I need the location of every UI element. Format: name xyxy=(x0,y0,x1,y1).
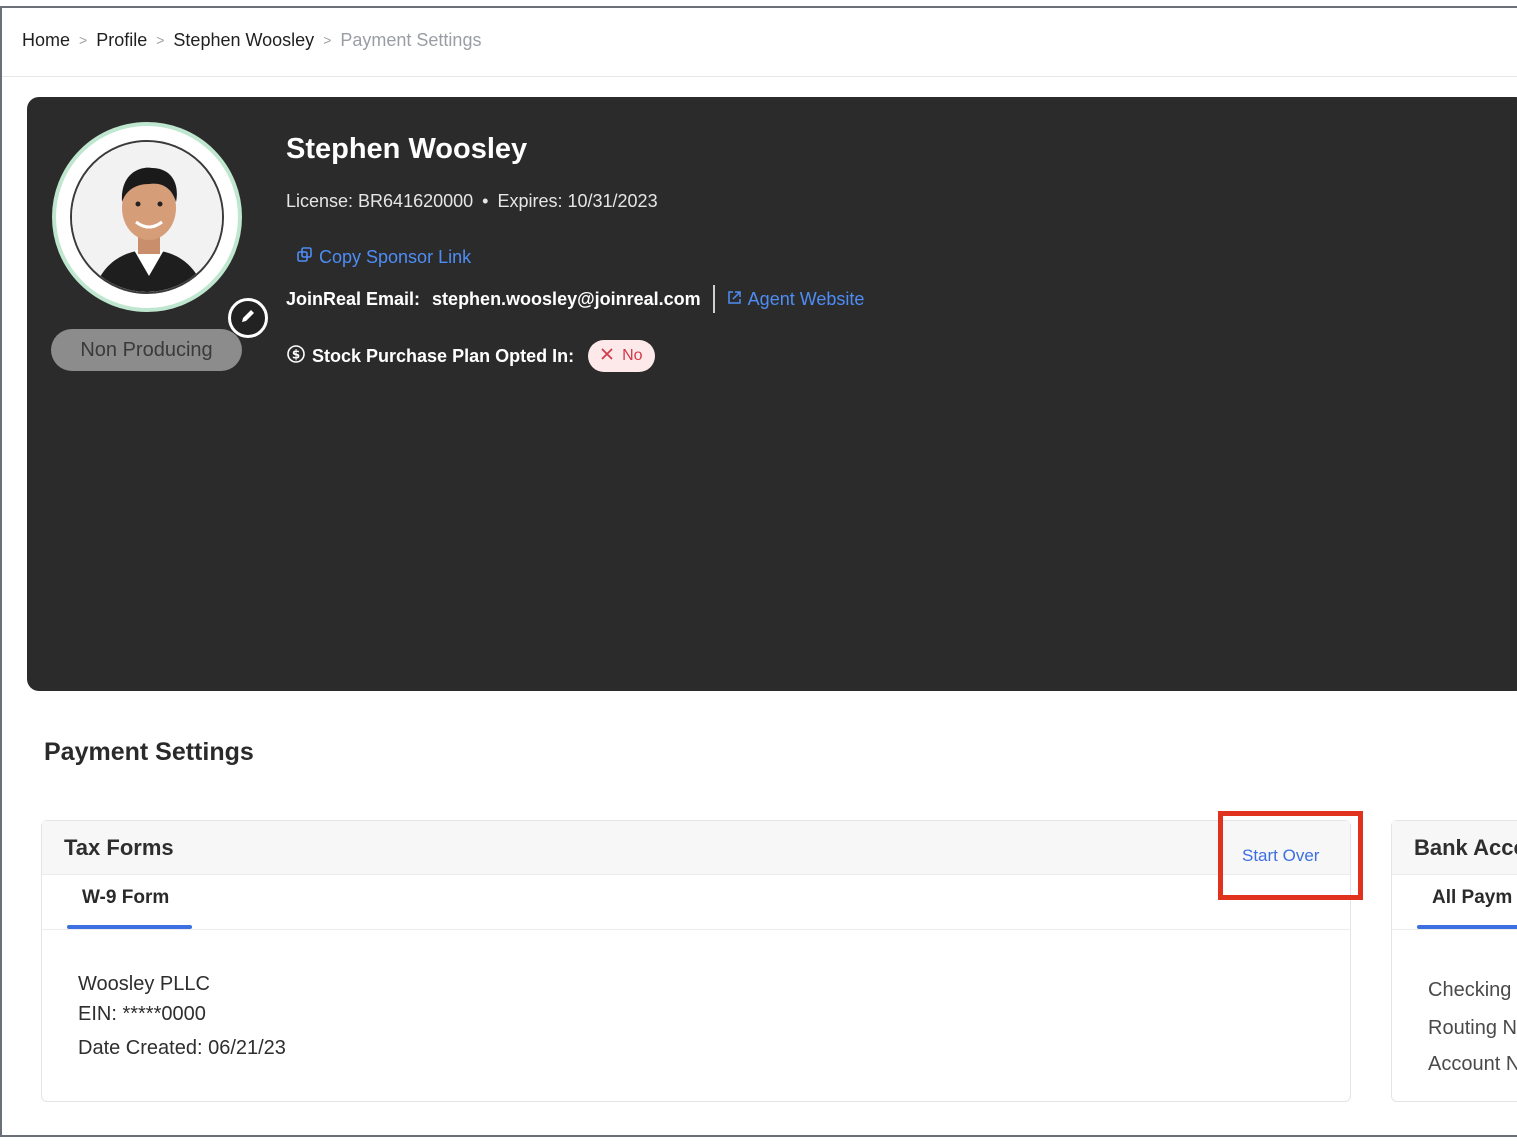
bank-accounts-card: Bank Acco All Paym Checking Routing N Ac… xyxy=(1391,820,1517,1102)
svg-text:$: $ xyxy=(292,347,300,361)
breadcrumb-profile[interactable]: Profile xyxy=(96,30,147,51)
tax-forms-card: Tax Forms W-9 Form Woosley PLLC EIN: ***… xyxy=(41,820,1351,1102)
header-divider xyxy=(2,76,1517,77)
stock-plan-value: No xyxy=(622,347,643,364)
account-type: Checking xyxy=(1428,979,1512,1001)
bank-accounts-title: Bank Acco xyxy=(1392,821,1517,875)
breadcrumb-home[interactable]: Home xyxy=(22,30,70,51)
breadcrumb-agent[interactable]: Stephen Woosley xyxy=(173,30,314,51)
chevron-right-icon: > xyxy=(323,32,332,48)
payment-settings-title: Payment Settings xyxy=(44,738,254,766)
page-frame: Home > Profile > Stephen Woosley > Payme… xyxy=(0,6,1517,1137)
date-created-value: 06/21/23 xyxy=(208,1037,286,1059)
license-info: License: BR641620000 • Expires: 10/31/2023 xyxy=(286,191,658,212)
tab-w9-form[interactable]: W-9 Form xyxy=(82,887,169,909)
agent-website-link[interactable]: Agent Website xyxy=(727,288,865,310)
routing-number: Routing N xyxy=(1428,1017,1517,1039)
email-row: JoinReal Email: stephen.woosley@joinreal… xyxy=(286,285,864,313)
ein-value: EIN: *****0000 xyxy=(78,1003,206,1025)
agent-name: Stephen Woosley xyxy=(286,133,528,165)
copy-sponsor-link-label: Copy Sponsor Link xyxy=(319,247,472,267)
email-label: JoinReal Email: xyxy=(286,288,421,309)
close-icon xyxy=(600,347,614,366)
avatar xyxy=(52,122,268,338)
pencil-icon xyxy=(239,307,257,330)
breadcrumb-current: Payment Settings xyxy=(340,29,482,50)
email-value: stephen.woosley@joinreal.com xyxy=(432,288,701,309)
highlight-box xyxy=(1218,811,1363,900)
agent-website-label: Agent Website xyxy=(747,288,865,309)
edit-avatar-button[interactable] xyxy=(228,298,268,338)
stock-plan-label: Stock Purchase Plan Opted In: xyxy=(312,345,575,366)
account-number: Account N xyxy=(1428,1053,1517,1075)
breadcrumb: Home > Profile > Stephen Woosley > Payme… xyxy=(22,28,481,52)
dollar-circle-icon: $ xyxy=(286,344,306,369)
profile-header-card: Non Producing Stephen Woosley License: B… xyxy=(27,97,1517,691)
date-created: Date Created: 06/21/23 xyxy=(78,1037,286,1060)
tax-forms-title: Tax Forms xyxy=(42,821,1350,875)
stock-plan-row: $ Stock Purchase Plan Opted In: No xyxy=(286,339,655,373)
tab-all-payments[interactable]: All Paym xyxy=(1432,887,1512,909)
copy-icon xyxy=(297,247,313,268)
license-expiry: Expires: 10/31/2023 xyxy=(497,191,658,211)
company-name: Woosley PLLC xyxy=(78,973,210,995)
copy-sponsor-link[interactable]: Copy Sponsor Link xyxy=(297,247,471,268)
stock-plan-status-badge: No xyxy=(588,340,655,372)
tab-divider xyxy=(42,929,1350,930)
status-badge: Non Producing xyxy=(51,329,242,371)
license-separator: • xyxy=(482,191,489,211)
tab-divider xyxy=(1392,929,1517,930)
date-created-label: Date Created: xyxy=(78,1037,203,1059)
avatar-photo xyxy=(70,140,224,294)
chevron-right-icon: > xyxy=(156,32,165,48)
license-number: License: BR641620000 xyxy=(286,191,474,211)
external-link-icon xyxy=(727,289,742,310)
chevron-right-icon: > xyxy=(79,32,88,48)
divider xyxy=(712,285,715,313)
